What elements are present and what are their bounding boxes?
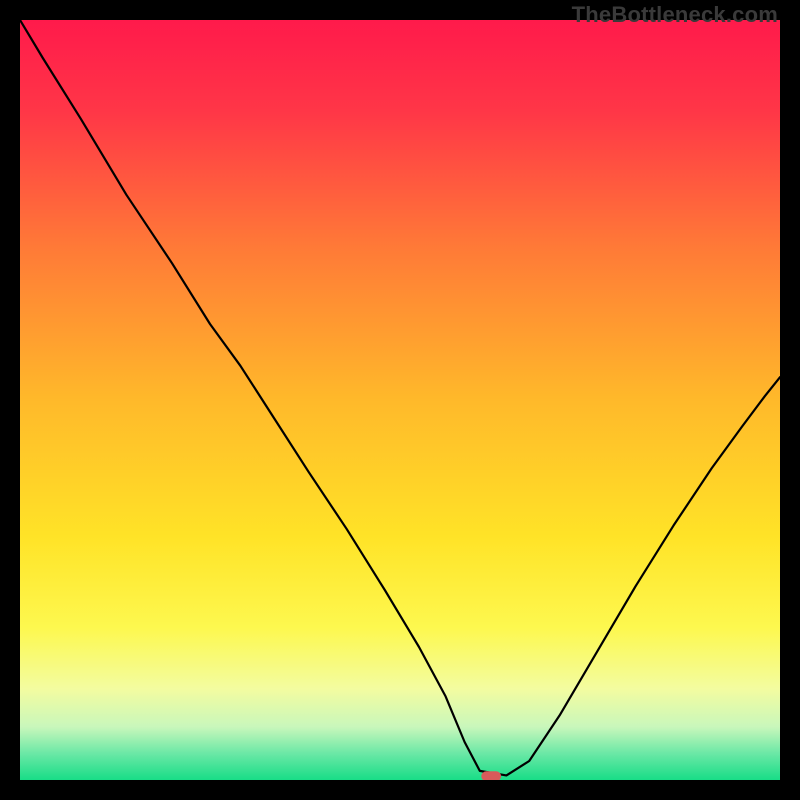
chart-canvas: [20, 20, 780, 780]
chart-frame: TheBottleneck.com: [0, 0, 800, 800]
watermark-text: TheBottleneck.com: [572, 2, 778, 28]
marker-optimal-point: [481, 771, 501, 780]
gradient-background: [20, 20, 780, 780]
plot-area: [20, 20, 780, 780]
marker-layer: [481, 771, 501, 780]
